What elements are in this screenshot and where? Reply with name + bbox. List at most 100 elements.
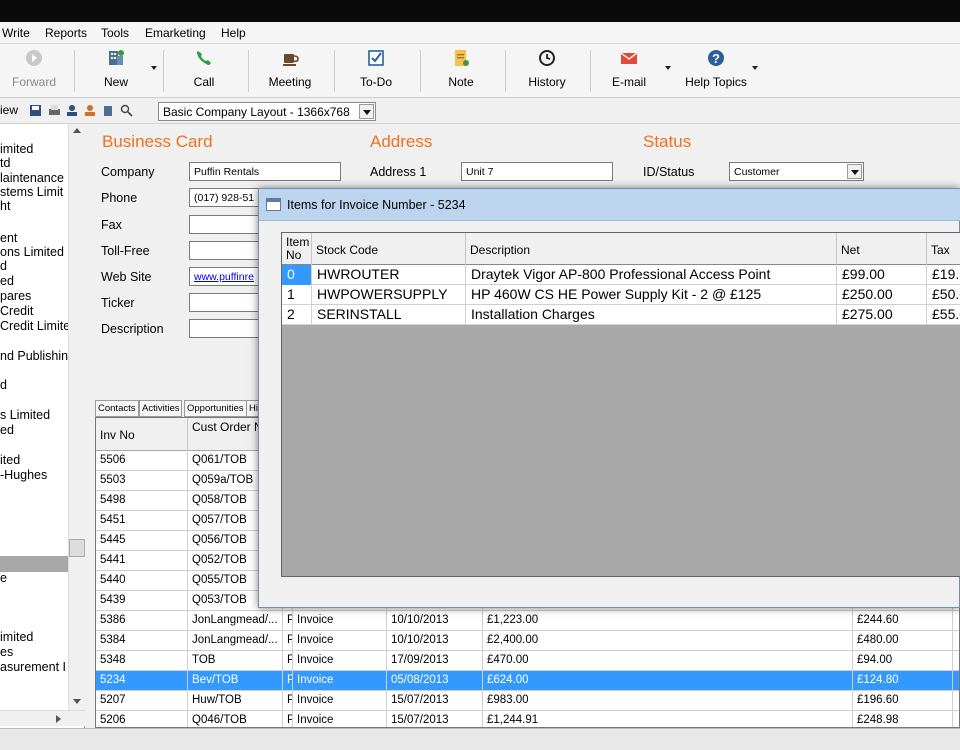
website-link[interactable]: www.puffinre xyxy=(194,271,254,283)
phone-field[interactable]: (017) 928-51 xyxy=(189,188,264,207)
email-dropdown-arrow[interactable] xyxy=(665,66,671,70)
ticker-label: Ticker xyxy=(101,296,135,310)
main-toolbar: Forward New Call Meeting To-Do Note Hist… xyxy=(0,44,960,98)
amount-cell: £470.00 xyxy=(483,651,853,671)
column-header-net[interactable]: Net xyxy=(837,233,927,265)
view-label[interactable]: iew xyxy=(0,103,18,117)
contact-add-icon[interactable] xyxy=(84,104,97,117)
type-cell: Invoice xyxy=(293,631,387,651)
email-button[interactable]: E-mail xyxy=(608,48,650,94)
list-item[interactable]: Credit xyxy=(0,305,33,318)
meeting-button[interactable]: Meeting xyxy=(264,48,316,94)
tab-activities[interactable]: Activities xyxy=(139,400,183,417)
tax-cell: £196.60 xyxy=(853,691,953,711)
list-item[interactable]: asurement I xyxy=(0,661,66,674)
tab-contacts[interactable]: Contacts xyxy=(95,400,139,417)
type-cell: Invoice xyxy=(293,711,387,727)
company-list-hscrollbar[interactable] xyxy=(0,710,85,726)
help-topics-label: Help Topics xyxy=(685,75,747,89)
table-row[interactable]: 0 HWROUTER Draytek Vigor AP-800 Profession… xyxy=(282,265,960,285)
tollfree-field[interactable] xyxy=(189,241,264,260)
menu-help[interactable]: Help xyxy=(221,26,246,40)
scroll-up-arrow-icon[interactable] xyxy=(73,128,81,133)
tab-opportunities[interactable]: Opportunities xyxy=(184,400,247,417)
new-dropdown-arrow[interactable] xyxy=(151,66,157,70)
list-item[interactable]: s Limited xyxy=(0,409,50,422)
fax-field[interactable] xyxy=(189,215,264,234)
list-item[interactable]: Credit Limite xyxy=(0,320,68,333)
lookup-search-icon[interactable] xyxy=(120,104,133,117)
new-button[interactable]: New xyxy=(96,48,136,94)
meeting-cup-icon xyxy=(283,54,299,66)
chevron-down-icon[interactable] xyxy=(847,164,862,179)
contact-icon[interactable] xyxy=(66,104,79,117)
company-field[interactable]: Puffin Rentals xyxy=(189,162,341,181)
help-topics-button[interactable]: ? Help Topics xyxy=(681,48,751,94)
menu-tools[interactable]: Tools xyxy=(101,26,129,40)
list-item[interactable]: e xyxy=(0,572,7,585)
menu-emarketing[interactable]: Emarketing xyxy=(145,26,206,40)
print-icon[interactable] xyxy=(48,104,61,117)
invoice-items-header: Item No Stock Code Description Net Tax xyxy=(282,233,960,265)
table-row[interactable]: 5207Huw/TOBPInvoice15/07/2013£983.00£196… xyxy=(96,691,959,711)
list-item[interactable]: laintenance xyxy=(0,172,64,185)
history-button[interactable]: History xyxy=(524,48,570,94)
list-item[interactable]: es xyxy=(0,646,13,659)
menu-reports[interactable]: Reports xyxy=(45,26,87,40)
list-item[interactable]: d xyxy=(0,379,7,392)
chevron-down-icon[interactable] xyxy=(359,104,374,119)
table-row[interactable]: 5234Bev/TOBPInvoice05/08/2013£624.00£124… xyxy=(96,671,959,691)
id-status-select[interactable]: Customer xyxy=(729,162,864,181)
list-item[interactable]: imited xyxy=(0,143,33,156)
list-item[interactable]: pares xyxy=(0,290,31,303)
forward-button[interactable]: Forward xyxy=(6,48,62,94)
list-item[interactable]: ed xyxy=(0,275,14,288)
ticker-field[interactable] xyxy=(189,293,264,312)
stock-code-cell: HWPOWERSUPPLY xyxy=(312,285,466,305)
dialog-titlebar[interactable]: Items for Invoice Number - 5234 xyxy=(259,189,960,221)
list-item[interactable]: ed xyxy=(0,424,14,437)
table-row[interactable]: 5206Q046/TOBPInvoice15/07/2013£1,244.91£… xyxy=(96,711,959,727)
tax-cell: £244.60 xyxy=(853,611,953,631)
inv-no-cell: 5207 xyxy=(96,691,188,711)
description-field[interactable] xyxy=(189,319,264,338)
address1-field[interactable]: Unit 7 xyxy=(461,162,613,181)
list-item[interactable]: ent xyxy=(0,232,17,245)
net-cell: £275.00 xyxy=(837,305,927,325)
help-icon: ? xyxy=(708,50,724,66)
phone-value: (017) 928-51 xyxy=(194,192,255,204)
layout-select-value: Basic Company Layout - 1366x768 xyxy=(163,105,350,119)
list-item[interactable]: ited xyxy=(0,454,20,467)
column-header-stock-code[interactable]: Stock Code xyxy=(312,233,466,265)
list-item[interactable]: d xyxy=(0,260,7,273)
table-row[interactable]: 2 SERINSTALL Installation Charges £275.00 £5… xyxy=(282,305,960,325)
table-row[interactable]: 5384JonLangmead/...PInvoice10/10/2013£2,… xyxy=(96,631,959,651)
list-item[interactable]: nd Publishin xyxy=(0,350,68,363)
note-button[interactable]: Note xyxy=(446,48,476,94)
todo-button[interactable]: To-Do xyxy=(356,48,396,94)
company-icon[interactable] xyxy=(102,104,115,117)
table-row[interactable]: 5386JonLangmead/...PInvoice10/10/2013£1,… xyxy=(96,611,959,631)
list-item[interactable]: -Hughes xyxy=(0,469,47,482)
column-header-inv-no[interactable]: Inv No xyxy=(96,418,188,451)
website-field[interactable]: www.puffinre xyxy=(189,267,264,286)
save-icon[interactable] xyxy=(29,104,42,117)
column-header-tax[interactable]: Tax xyxy=(927,233,960,265)
scroll-down-arrow-icon[interactable] xyxy=(73,699,81,704)
list-item[interactable]: ht xyxy=(0,200,10,213)
list-item[interactable]: imited xyxy=(0,631,33,644)
list-item[interactable]: ons Limited xyxy=(0,246,64,259)
table-row[interactable]: 1 HWPOWERSUPPLY HP 460W CS HE Power Supply… xyxy=(282,285,960,305)
layout-select[interactable]: Basic Company Layout - 1366x768 xyxy=(158,102,376,121)
list-item[interactable]: td xyxy=(0,157,10,170)
column-header-item-no[interactable]: Item No xyxy=(282,233,312,265)
scroll-right-arrow-icon[interactable] xyxy=(56,715,61,723)
call-button[interactable]: Call xyxy=(186,48,222,94)
menu-write[interactable]: Write xyxy=(2,26,30,40)
list-item[interactable]: stems Limit xyxy=(0,186,63,199)
help-dropdown-arrow[interactable] xyxy=(752,66,758,70)
scrollbar-thumb[interactable] xyxy=(69,539,85,557)
table-row[interactable]: 5348TOBPInvoice17/09/2013£470.00£94.00 xyxy=(96,651,959,671)
column-header-description[interactable]: Description xyxy=(466,233,837,265)
company-list-scrollbar[interactable] xyxy=(68,124,85,714)
